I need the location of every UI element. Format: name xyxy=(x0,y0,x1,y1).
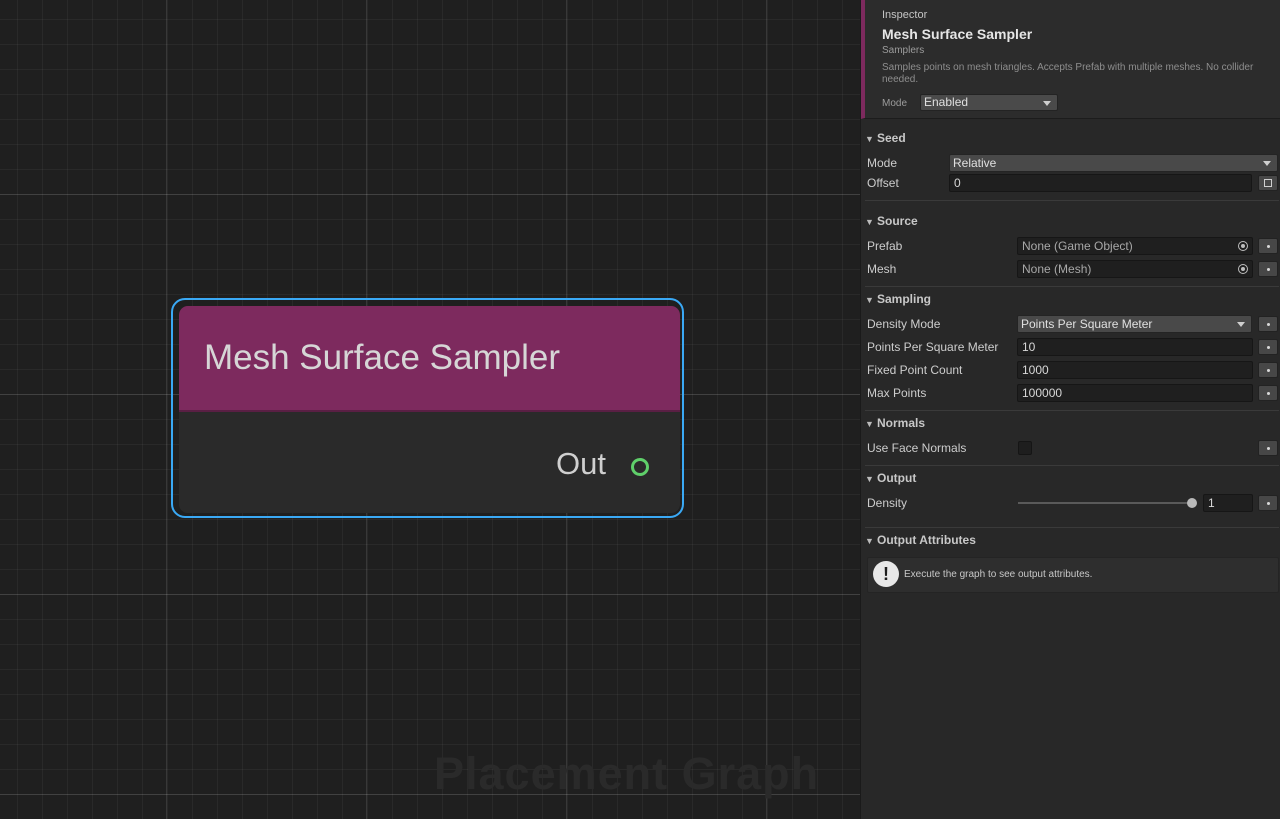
section-divider xyxy=(865,410,1279,411)
seed-mode-value: Relative xyxy=(953,156,997,170)
info-exclamation-icon: ! xyxy=(873,561,899,587)
graph-canvas[interactable]: Placement Graph Mesh Surface Sampler Out xyxy=(0,0,860,819)
section-output-attributes-header[interactable]: ▼ Output Attributes xyxy=(865,531,1279,549)
section-normals-title: Normals xyxy=(877,416,926,430)
output-attributes-info-text: Execute the graph to see output attribut… xyxy=(904,569,1093,580)
fixed-point-count-options-button[interactable] xyxy=(1258,362,1278,378)
seed-offset-label: Offset xyxy=(867,176,899,190)
inspector-title: Mesh Surface Sampler xyxy=(882,26,1033,42)
section-source-title: Source xyxy=(877,214,918,228)
points-per-square-meter-input[interactable]: 10 xyxy=(1017,338,1253,356)
section-output-title: Output xyxy=(877,471,917,485)
section-source-header[interactable]: ▼ Source xyxy=(865,212,1279,230)
points-per-square-meter-label: Points Per Square Meter xyxy=(867,340,999,354)
object-picker-icon[interactable] xyxy=(1238,241,1248,251)
section-output-header[interactable]: ▼ Output xyxy=(865,469,1279,487)
foldout-triangle-icon: ▼ xyxy=(865,295,874,305)
max-points-options-button[interactable] xyxy=(1258,385,1278,401)
mesh-options-button[interactable] xyxy=(1258,261,1278,277)
fixed-point-count-label: Fixed Point Count xyxy=(867,363,963,377)
mesh-label: Mesh xyxy=(867,262,897,276)
section-seed-header[interactable]: ▼ Seed xyxy=(865,129,1279,147)
section-seed-title: Seed xyxy=(877,131,906,145)
node-header[interactable]: Mesh Surface Sampler xyxy=(179,306,680,412)
density-input[interactable]: 1 xyxy=(1203,494,1253,512)
node-mode-dropdown[interactable]: Enabled xyxy=(920,94,1058,111)
seed-mode-dropdown[interactable]: Relative xyxy=(949,154,1278,172)
inspector-category: Samplers xyxy=(882,45,925,56)
density-mode-value: Points Per Square Meter xyxy=(1021,317,1153,331)
output-port-icon[interactable] xyxy=(631,458,649,476)
graph-watermark: Placement Graph xyxy=(434,748,820,799)
density-mode-dropdown[interactable]: Points Per Square Meter xyxy=(1017,315,1252,333)
chevron-down-icon xyxy=(1263,161,1271,166)
use-face-normals-checkbox[interactable] xyxy=(1018,441,1032,455)
foldout-triangle-icon: ▼ xyxy=(865,474,874,484)
inspector-panel: Inspector Mesh Surface Sampler Samplers … xyxy=(860,0,1280,819)
mesh-surface-sampler-node[interactable]: Mesh Surface Sampler Out xyxy=(179,306,680,513)
prefab-label: Prefab xyxy=(867,239,903,253)
fixed-point-count-input[interactable]: 1000 xyxy=(1017,361,1253,379)
output-attributes-info-box: ! Execute the graph to see output attrib… xyxy=(867,557,1279,593)
output-port-label: Out xyxy=(556,446,606,481)
prefab-object-field[interactable]: None (Game Object) xyxy=(1017,237,1253,255)
mesh-value: None (Mesh) xyxy=(1022,262,1092,276)
max-points-input[interactable]: 100000 xyxy=(1017,384,1253,402)
seed-offset-input[interactable]: 0 xyxy=(949,174,1252,192)
use-face-normals-label: Use Face Normals xyxy=(867,441,967,455)
section-output-attributes-title: Output Attributes xyxy=(877,533,976,547)
foldout-triangle-icon: ▼ xyxy=(865,134,874,144)
inspector-header: Inspector Mesh Surface Sampler Samplers … xyxy=(861,0,1280,119)
density-label: Density xyxy=(867,496,908,510)
section-divider xyxy=(865,527,1279,528)
object-picker-icon[interactable] xyxy=(1238,264,1248,274)
points-per-square-meter-options-button[interactable] xyxy=(1258,339,1278,355)
density-slider-handle[interactable] xyxy=(1187,498,1197,508)
max-points-label: Max Points xyxy=(867,386,927,400)
section-divider xyxy=(865,465,1279,466)
prefab-value: None (Game Object) xyxy=(1022,239,1133,253)
randomize-seed-button[interactable] xyxy=(1258,175,1278,191)
node-mode-value: Enabled xyxy=(924,95,969,109)
foldout-triangle-icon: ▼ xyxy=(865,536,874,546)
foldout-triangle-icon: ▼ xyxy=(865,419,874,429)
section-divider xyxy=(865,200,1279,201)
section-normals-header[interactable]: ▼ Normals xyxy=(865,414,1279,432)
mesh-object-field[interactable]: None (Mesh) xyxy=(1017,260,1253,278)
chevron-down-icon xyxy=(1043,101,1051,106)
inspector-label: Inspector xyxy=(882,9,928,21)
seed-mode-label: Mode xyxy=(867,156,898,170)
density-slider-track[interactable] xyxy=(1018,502,1194,504)
node-mode-label: Mode xyxy=(882,98,908,109)
density-mode-label: Density Mode xyxy=(867,317,941,331)
section-sampling-header[interactable]: ▼ Sampling xyxy=(865,290,1279,308)
section-divider xyxy=(865,286,1279,287)
node-title: Mesh Surface Sampler xyxy=(204,338,560,377)
use-face-normals-options-button[interactable] xyxy=(1258,440,1278,456)
density-mode-options-button[interactable] xyxy=(1258,316,1278,332)
node-body: Out xyxy=(179,412,680,513)
density-options-button[interactable] xyxy=(1258,495,1278,511)
prefab-options-button[interactable] xyxy=(1258,238,1278,254)
foldout-triangle-icon: ▼ xyxy=(865,217,874,227)
inspector-description: Samples points on mesh triangles. Accept… xyxy=(882,62,1254,85)
section-sampling-title: Sampling xyxy=(877,292,932,306)
chevron-down-icon xyxy=(1237,322,1245,327)
